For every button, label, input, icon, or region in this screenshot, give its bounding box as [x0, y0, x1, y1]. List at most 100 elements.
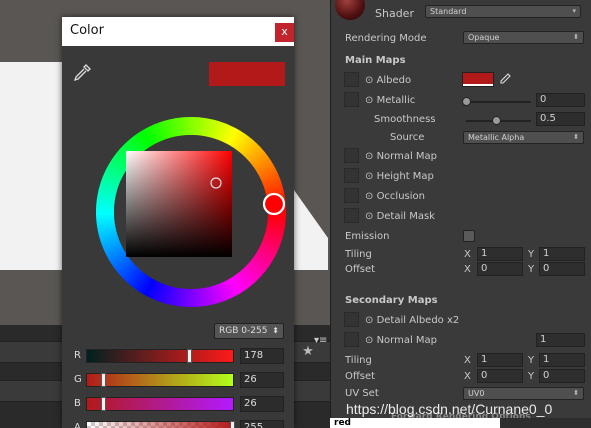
channel-b-thumb[interactable] — [101, 397, 107, 411]
channel-b-label: B — [74, 398, 81, 409]
material-name-tab[interactable]: red — [330, 418, 500, 428]
offset2-x-label: X — [464, 371, 471, 382]
detail-mask-text: Detail Mask — [376, 211, 435, 222]
detail-albedo-slot[interactable] — [344, 312, 359, 327]
secondary-maps-header: Secondary Maps — [345, 295, 438, 306]
color-mode-dropdown[interactable]: RGB 0-255 ⬍ — [214, 323, 284, 339]
source-dropdown[interactable]: Metallic Alpha ⬍ — [463, 131, 584, 144]
albedo-eyedropper-icon[interactable] — [499, 73, 511, 85]
tiling-label: Tiling — [345, 249, 372, 260]
eyedropper-icon[interactable] — [72, 63, 92, 83]
albedo-texture-slot[interactable] — [344, 72, 359, 87]
offset-x-field[interactable]: 0 — [477, 262, 523, 276]
scene-plane-left — [0, 62, 62, 270]
metallic-field[interactable]: 0 — [536, 93, 585, 107]
hue-wheel[interactable] — [96, 117, 286, 307]
detail-albedo-text: Detail Albedo x2 — [376, 315, 460, 326]
dropdown-arrow-icon: ⬍ — [272, 326, 279, 335]
metallic-text: Metallic — [376, 95, 416, 106]
material-preview-icon — [335, 0, 365, 20]
albedo-color-field[interactable] — [462, 72, 494, 87]
offset-x-label: X — [464, 264, 471, 275]
tiling2-label: Tiling — [345, 355, 372, 366]
offset2-y-field[interactable]: 0 — [539, 369, 585, 383]
metallic-label: ⊙ Metallic — [365, 95, 416, 106]
occlusion-slot[interactable] — [344, 188, 359, 203]
channel-b-slider[interactable] — [86, 397, 234, 411]
detail-albedo-label: ⊙ Detail Albedo x2 — [365, 315, 460, 326]
inspector-panel: Shader Standard ▾ Rendering Mode Opaque ⬍ … — [330, 0, 591, 428]
source-value: Metallic Alpha — [468, 133, 525, 142]
tiling-x-label: X — [464, 249, 471, 260]
current-color-swatch — [209, 62, 285, 86]
rendering-mode-dropdown[interactable]: Opaque ⬍ — [463, 31, 584, 44]
emission-checkbox[interactable] — [463, 230, 475, 242]
channel-r-thumb[interactable] — [187, 349, 193, 363]
channel-a-slider[interactable] — [86, 421, 235, 428]
metallic-texture-slot[interactable] — [344, 92, 359, 107]
albedo-text: Albedo — [376, 75, 412, 86]
secondary-normal-map-slot[interactable] — [344, 332, 359, 347]
normal-map-slot[interactable] — [344, 148, 359, 163]
uv-set-dropdown[interactable]: UV0 ⬍ — [463, 387, 584, 400]
channel-g-slider[interactable] — [86, 373, 234, 387]
offset2-x-field[interactable]: 0 — [477, 369, 523, 383]
alpha-bar — [463, 84, 493, 86]
tiling2-x-label: X — [464, 355, 471, 366]
color-window-titlebar[interactable]: Color x — [62, 17, 294, 46]
value-gradient — [126, 151, 232, 257]
dropdown-arrow-icon: ⬍ — [573, 389, 579, 397]
channel-g-label: G — [74, 374, 82, 385]
uv-set-label: UV Set — [345, 388, 379, 399]
source-label: Source — [390, 132, 425, 143]
tiling-y-label: Y — [528, 249, 535, 260]
tiling-y-field[interactable]: 1 — [539, 247, 585, 261]
close-button[interactable]: x — [275, 23, 294, 42]
tiling2-x-field[interactable]: 1 — [477, 353, 523, 367]
offset2-label: Offset — [345, 371, 376, 382]
metallic-slider-thumb[interactable] — [462, 97, 471, 106]
main-maps-header: Main Maps — [345, 55, 406, 66]
normal-map-text: Normal Map — [376, 151, 438, 162]
panel-menu-icon[interactable]: ▾≡ — [314, 335, 330, 346]
hue-handle[interactable] — [262, 192, 286, 216]
height-map-slot[interactable] — [344, 168, 359, 183]
color-mode-label: RGB 0-255 — [219, 326, 268, 336]
normal-map-label: ⊙ Normal Map — [365, 151, 438, 162]
tiling2-y-field[interactable]: 1 — [539, 353, 585, 367]
rendering-mode-value: Opaque — [468, 33, 500, 42]
shader-dropdown[interactable]: Standard ▾ — [425, 5, 581, 18]
channel-b-field[interactable]: 26 — [240, 396, 284, 412]
tiling2-y-label: Y — [528, 355, 535, 366]
secondary-normal-map-text: Normal Map — [376, 335, 438, 346]
channel-g-field[interactable]: 26 — [240, 372, 284, 388]
rendering-mode-label: Rendering Mode — [345, 33, 427, 44]
secondary-normal-scale-field[interactable]: 1 — [536, 333, 585, 347]
emission-label: Emission — [345, 231, 390, 242]
preview-bar: red — [330, 418, 591, 428]
channel-r-slider[interactable] — [86, 349, 234, 363]
detail-mask-label: ⊙ Detail Mask — [365, 211, 435, 222]
shader-value: Standard — [430, 7, 467, 16]
albedo-label: ⊙ Albedo — [365, 75, 412, 86]
detail-mask-slot[interactable] — [344, 208, 359, 223]
channel-a-field[interactable]: 255 — [240, 420, 284, 428]
metallic-slider[interactable] — [466, 101, 531, 103]
color-window-title: Color — [70, 23, 104, 38]
channel-g-thumb[interactable] — [101, 373, 107, 387]
channel-r-field[interactable]: 178 — [240, 348, 284, 364]
dropdown-arrow-icon: ⬍ — [573, 133, 579, 141]
channel-a-thumb[interactable] — [230, 421, 235, 428]
watermark: https://blog.csdn.net/Curnane0_0 — [346, 401, 553, 417]
screen: ★ ▾≡ Color x RGB 0-255 ⬍ R 178 G 26 B 26… — [0, 0, 591, 428]
channel-r-label: R — [74, 350, 81, 361]
shader-label: Shader — [375, 7, 414, 20]
tiling-x-field[interactable]: 1 — [477, 247, 523, 261]
height-map-text: Height Map — [376, 171, 434, 182]
smoothness-field[interactable]: 0.5 — [536, 112, 585, 126]
smoothness-slider-thumb[interactable] — [492, 116, 501, 125]
uv-set-value: UV0 — [468, 389, 485, 398]
channel-a-label: A — [74, 422, 81, 428]
offset-y-field[interactable]: 0 — [539, 262, 585, 276]
smoothness-label: Smoothness — [374, 114, 436, 125]
